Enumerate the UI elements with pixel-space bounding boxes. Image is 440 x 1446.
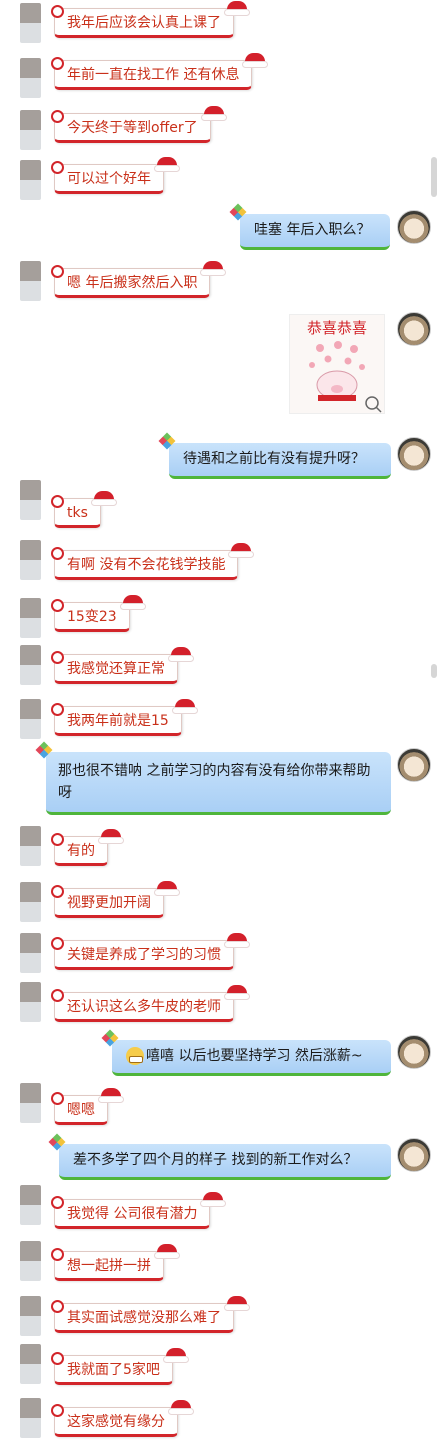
message-bubble: 我两年前就是15 <box>51 699 197 736</box>
santa-hat-icon <box>163 1346 188 1362</box>
santa-hat-icon <box>99 1086 123 1102</box>
message-bubble: 我就面了5家吧 <box>51 1348 188 1385</box>
kite-icon <box>229 203 247 221</box>
message-bubble: 有的 <box>51 829 123 866</box>
santa-hat-icon <box>99 827 123 843</box>
message-bubble: 可以过个好年 <box>51 157 179 194</box>
santa-hat-icon <box>120 593 145 609</box>
avatar[interactable] <box>20 1185 41 1225</box>
santa-hat-icon <box>169 645 193 661</box>
sticker-image[interactable]: 恭喜恭喜 <box>289 314 385 414</box>
message-bubble: 想一起拼一拼 <box>51 1244 179 1281</box>
santa-hat-icon <box>225 931 249 947</box>
avatar[interactable] <box>20 3 41 43</box>
message-bubble: 嘻嘻 以后也要坚持学习 然后涨薪~ <box>101 1029 391 1076</box>
santa-hat-icon <box>91 489 116 505</box>
message-bubble: 关键是养成了学习的习惯 <box>51 933 249 970</box>
message-bubble: 15变23 <box>51 595 145 632</box>
kite-icon <box>48 1133 66 1151</box>
svg-text:恭喜恭喜: 恭喜恭喜 <box>307 319 367 337</box>
kite-icon <box>158 432 176 450</box>
avatar[interactable] <box>397 312 431 346</box>
message-bubble: 有啊 没有不会花钱学技能 <box>50 543 254 580</box>
avatar[interactable] <box>20 1398 41 1438</box>
kite-icon <box>35 741 53 759</box>
avatar[interactable] <box>397 437 431 471</box>
santa-hat-icon <box>225 983 249 999</box>
message-bubble: tks <box>51 491 116 528</box>
message-bubble: 视野更加开阔 <box>51 881 179 918</box>
message-bubble: 我年后应该会认真上课了 <box>51 1 249 38</box>
santa-hat-icon <box>201 259 226 275</box>
message-bubble: 哇塞 年后入职么？ <box>229 203 390 250</box>
message-bubble: 年前一直在找工作 还有休息 <box>50 53 268 90</box>
scrollbar-thumb[interactable] <box>431 157 437 197</box>
scrollbar-thumb[interactable] <box>431 664 437 678</box>
avatar[interactable] <box>20 110 41 150</box>
avatar[interactable] <box>20 261 41 301</box>
santa-hat-icon <box>243 51 268 67</box>
pig-sticker-icon: 恭喜恭喜 <box>307 319 382 413</box>
santa-hat-icon <box>201 1190 226 1206</box>
message-bubble: 我觉得 公司很有潜力 <box>50 1192 226 1229</box>
avatar[interactable] <box>20 160 41 200</box>
message-bubble: 嗯嗯 <box>51 1088 123 1125</box>
santa-hat-icon <box>169 1398 193 1414</box>
kite-icon <box>101 1029 119 1047</box>
message-bubble: 今天终于等到offer了 <box>51 106 226 143</box>
avatar[interactable] <box>397 1138 431 1172</box>
avatar[interactable] <box>20 58 41 98</box>
avatar[interactable] <box>20 645 41 685</box>
santa-hat-icon <box>229 541 254 557</box>
message-bubble: 还认识这么多牛皮的老师 <box>51 985 249 1022</box>
santa-hat-icon <box>155 155 179 171</box>
avatar[interactable] <box>20 982 41 1022</box>
santa-hat-icon <box>225 1294 249 1310</box>
santa-hat-icon <box>155 879 179 895</box>
avatar[interactable] <box>20 480 41 520</box>
avatar[interactable] <box>20 1083 41 1123</box>
avatar[interactable] <box>397 1035 431 1069</box>
santa-hat-icon <box>225 0 249 15</box>
message-bubble: 待遇和之前比有没有提升呀？ <box>158 432 391 479</box>
avatar[interactable] <box>397 748 431 782</box>
avatar[interactable] <box>20 598 41 638</box>
message-bubble: 那也很不错呐 之前学习的内容有没有给你带来帮助呀 <box>35 741 391 815</box>
avatar[interactable] <box>20 826 41 866</box>
avatar[interactable] <box>20 699 41 739</box>
santa-hat-icon <box>172 697 197 713</box>
avatar[interactable] <box>20 1344 41 1384</box>
message-bubble: 差不多学了四个月的样子 找到的新工作对么？ <box>48 1133 391 1180</box>
message-bubble: 我感觉还算正常 <box>51 647 193 684</box>
grin-emoji-icon <box>126 1047 144 1065</box>
message-bubble: 这家感觉有缘分 <box>51 1400 193 1437</box>
message-bubble: 嗯 年后搬家然后入职 <box>50 261 226 298</box>
avatar[interactable] <box>20 1241 41 1281</box>
scrollbar[interactable] <box>430 0 438 1446</box>
message-bubble: 其实面试感觉没那么难了 <box>51 1296 249 1333</box>
avatar[interactable] <box>20 882 41 922</box>
santa-hat-icon <box>155 1242 179 1258</box>
avatar[interactable] <box>20 540 41 580</box>
avatar[interactable] <box>397 210 431 244</box>
avatar[interactable] <box>20 1296 41 1336</box>
santa-hat-icon <box>201 104 226 120</box>
avatar[interactable] <box>20 933 41 973</box>
